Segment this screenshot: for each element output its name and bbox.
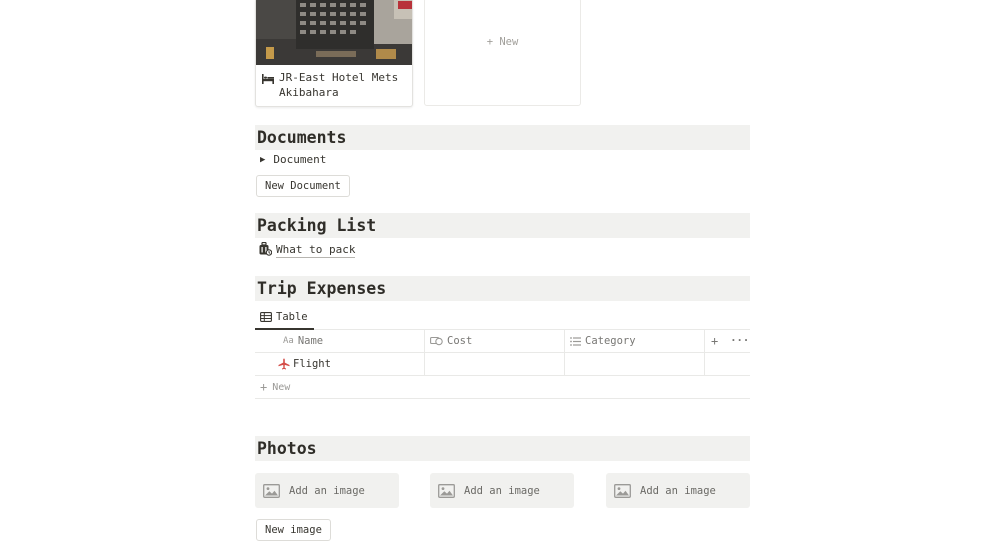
new-image-button[interactable]: New image [256, 519, 331, 541]
what-to-pack-label: What to pack [276, 243, 356, 258]
airplane-icon [278, 358, 290, 370]
photo-placeholder-label: Add an image [640, 484, 716, 497]
hotel-photo [256, 0, 412, 65]
currency-icon [430, 336, 443, 346]
text-type-icon: Aa [283, 336, 294, 346]
new-document-button[interactable]: New Document [256, 175, 350, 197]
photo-placeholder-label: Add an image [464, 484, 540, 497]
add-row-label: New [272, 381, 291, 393]
gallery-new-card[interactable]: + New [424, 0, 581, 106]
what-to-pack-link[interactable]: What to pack [258, 241, 356, 259]
photos-heading: Photos [255, 436, 750, 461]
bed-icon [262, 73, 276, 100]
table-header-row: Aa Name Cost Category + ··· [255, 330, 750, 353]
photo-placeholder[interactable]: Add an image [255, 473, 399, 508]
notion-page: JR-East Hotel Mets Akibahara + New Docum… [0, 0, 1005, 553]
tab-table-label: Table [276, 311, 308, 323]
expenses-view-bar: Table [255, 306, 750, 330]
photo-placeholder[interactable]: Add an image [430, 473, 574, 508]
row-name-label: Flight [293, 358, 331, 370]
hotel-card-title: JR-East Hotel Mets Akibahara [262, 70, 406, 100]
row-category-cell[interactable] [564, 353, 704, 375]
hotel-card-label: JR-East Hotel Mets Akibahara [279, 71, 399, 99]
column-header-name[interactable]: Aa Name [255, 330, 424, 352]
column-actions: + ··· [704, 330, 750, 352]
row-name-cell[interactable]: Flight [255, 353, 424, 375]
photo-placeholder[interactable]: Add an image [606, 473, 750, 508]
image-icon [438, 483, 455, 498]
add-row-button[interactable]: + New [255, 376, 750, 399]
hotel-card[interactable]: JR-East Hotel Mets Akibahara [255, 0, 413, 107]
column-cost-label: Cost [447, 335, 473, 347]
document-toggle[interactable]: ▶ Document [260, 153, 326, 166]
column-header-category[interactable]: Category [564, 330, 704, 352]
more-options-icon[interactable]: ··· [730, 335, 749, 347]
table-icon [260, 312, 272, 322]
row-cost-cell[interactable] [424, 353, 564, 375]
image-icon [614, 483, 631, 498]
add-column-icon[interactable]: + [711, 334, 718, 348]
list-icon [570, 336, 581, 346]
toggle-triangle-icon[interactable]: ▶ [260, 155, 265, 165]
column-name-label: Name [297, 335, 324, 347]
document-toggle-label: Document [273, 153, 327, 166]
table-row[interactable]: Flight [255, 353, 750, 376]
photo-placeholder-label: Add an image [289, 484, 365, 497]
tab-table[interactable]: Table [255, 306, 314, 330]
gallery-new-label: + New [486, 36, 519, 48]
packing-heading: Packing List [255, 213, 750, 238]
row-empty-cell [704, 353, 750, 375]
plus-icon: + [260, 380, 268, 394]
column-header-cost[interactable]: Cost [424, 330, 564, 352]
luggage-icon [258, 241, 273, 259]
expenses-table: Aa Name Cost Category + ··· Flight + New [255, 330, 750, 399]
expenses-heading: Trip Expenses [255, 276, 750, 301]
image-icon [263, 483, 280, 498]
documents-heading: Documents [255, 125, 750, 150]
column-category-label: Category [585, 335, 636, 347]
